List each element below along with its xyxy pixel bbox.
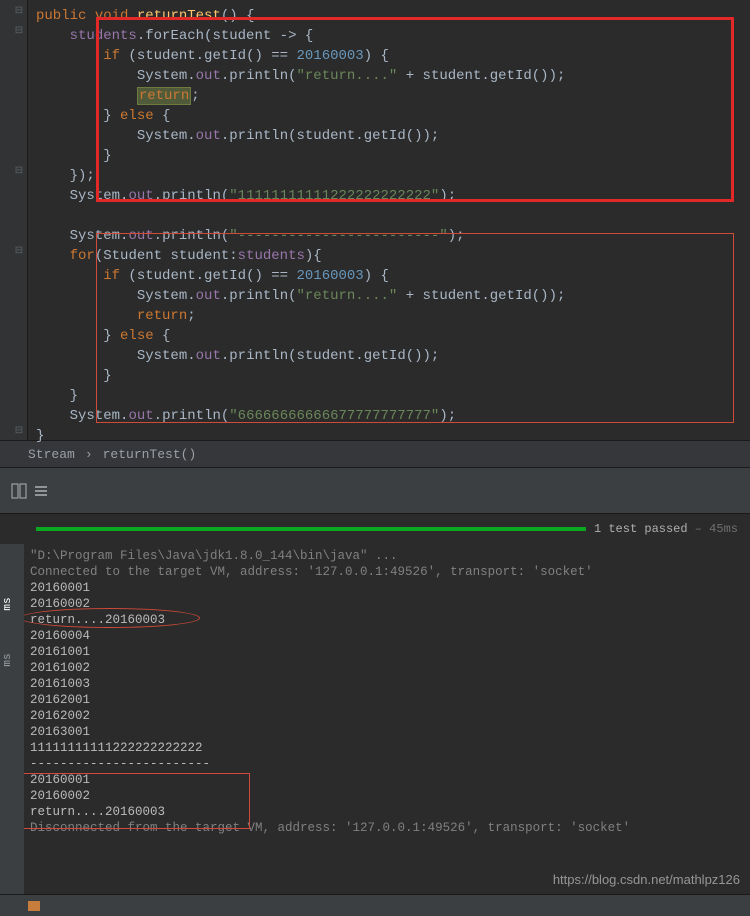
- fold-icon[interactable]: ⊟: [14, 167, 24, 177]
- console-output[interactable]: "D:\Program Files\Java\jdk1.8.0_144\bin\…: [24, 544, 750, 894]
- breadcrumb-class[interactable]: Stream: [28, 447, 75, 462]
- settings-icon[interactable]: [30, 480, 52, 502]
- folder-icon[interactable]: [28, 901, 40, 911]
- side-tabs: ms ms: [0, 544, 24, 894]
- side-tab-1[interactable]: ms: [0, 584, 16, 624]
- breadcrumb-method[interactable]: returnTest(): [103, 447, 197, 462]
- fold-icon[interactable]: ⊟: [14, 7, 24, 17]
- fold-icon[interactable]: ⊟: [14, 427, 24, 437]
- layout-icon[interactable]: [8, 480, 30, 502]
- breadcrumb-sep: ›: [85, 447, 93, 462]
- test-progress: 1 test passed – 45ms: [0, 514, 750, 544]
- highlight-box-foreach: [96, 17, 734, 202]
- fold-icon[interactable]: ⊟: [14, 27, 24, 37]
- side-tab-2[interactable]: ms: [0, 640, 16, 680]
- progress-text: 1 test passed – 45ms: [594, 522, 750, 536]
- fold-icon[interactable]: ⊟: [14, 247, 24, 257]
- breadcrumb[interactable]: Stream › returnTest(): [0, 440, 750, 468]
- progress-bar: [36, 527, 586, 531]
- bottom-tabs: [0, 894, 750, 916]
- editor-gutter: ⊟ ⊟ ⊟ ⊟ ⊟: [0, 0, 28, 440]
- code-editor[interactable]: public void returnTest() { students.forE…: [28, 0, 750, 440]
- watermark: https://blog.csdn.net/mathlpz126: [553, 872, 740, 888]
- run-toolbar: [0, 468, 750, 514]
